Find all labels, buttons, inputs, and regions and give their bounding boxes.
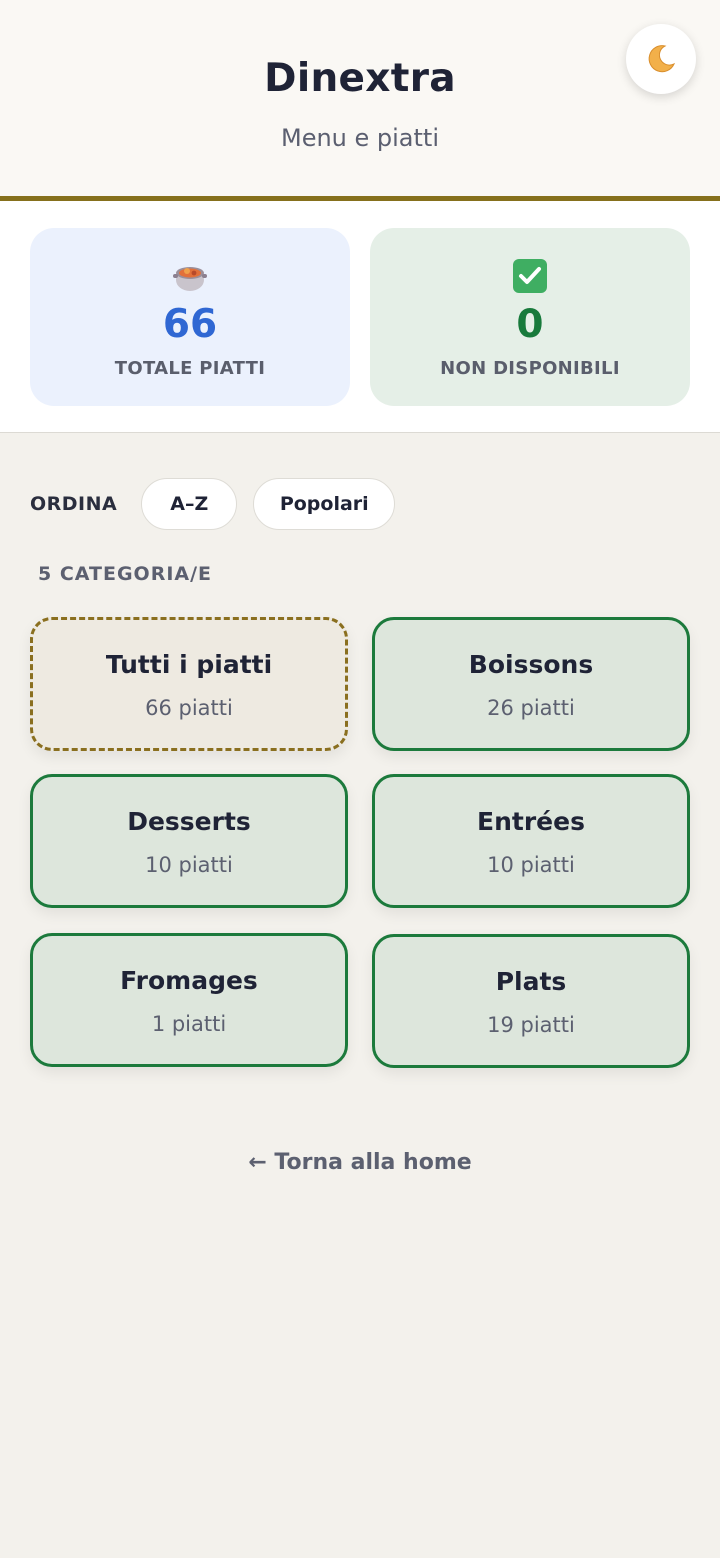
category-name: Fromages [120,966,258,995]
page-subtitle: Menu e piatti [280,124,439,152]
stats-panel: 66 TOTALE PIATTI 0 NON DISPONIBILI [0,201,720,433]
category-count: 10 piatti [145,853,233,877]
category-card-fromages[interactable]: Fromages 1 piatti [30,933,348,1067]
cooking-pot-icon [173,267,207,291]
sort-popular-button[interactable]: Popolari [253,478,396,530]
category-name: Desserts [127,807,251,836]
sort-bar: ORDINA A–Z Popolari [30,478,411,530]
sort-label: ORDINA [30,493,118,515]
categories-count-label: 5 CATEGORIA/E [38,563,213,585]
total-dishes-card: 66 TOTALE PIATTI [30,228,350,406]
app-title: Dinextra [264,56,456,101]
category-count: 1 piatti [151,1012,227,1036]
page-header: Dinextra Menu e piatti [0,0,720,201]
category-card-plats[interactable]: Plats 19 piatti [372,934,690,1068]
category-name: Plats [495,967,567,996]
back-to-home-link[interactable]: ← Torna alla home [0,1150,720,1175]
total-dishes-label: TOTALE PIATTI [114,358,266,379]
theme-toggle-button[interactable] [626,24,696,94]
category-count: 26 piatti [487,696,575,720]
category-name: Entrées [477,807,585,836]
category-card-entrees[interactable]: Entrées 10 piatti [372,774,690,908]
moon-icon [648,45,676,73]
category-card-all[interactable]: Tutti i piatti 66 piatti [30,617,348,751]
unavailable-dishes-value: 0 [516,302,544,347]
category-name: Boissons [468,650,594,679]
check-mark-icon [513,259,547,293]
category-count: 66 piatti [145,696,233,720]
category-count: 10 piatti [487,853,575,877]
sort-az-button[interactable]: A–Z [141,478,238,530]
unavailable-dishes-label: NON DISPONIBILI [440,358,620,379]
total-dishes-value: 66 [162,302,218,347]
unavailable-dishes-card: 0 NON DISPONIBILI [370,228,690,406]
category-card-boissons[interactable]: Boissons 26 piatti [372,617,690,751]
category-count: 19 piatti [487,1013,575,1037]
category-name: Tutti i piatti [105,650,273,679]
category-card-desserts[interactable]: Desserts 10 piatti [30,774,348,908]
